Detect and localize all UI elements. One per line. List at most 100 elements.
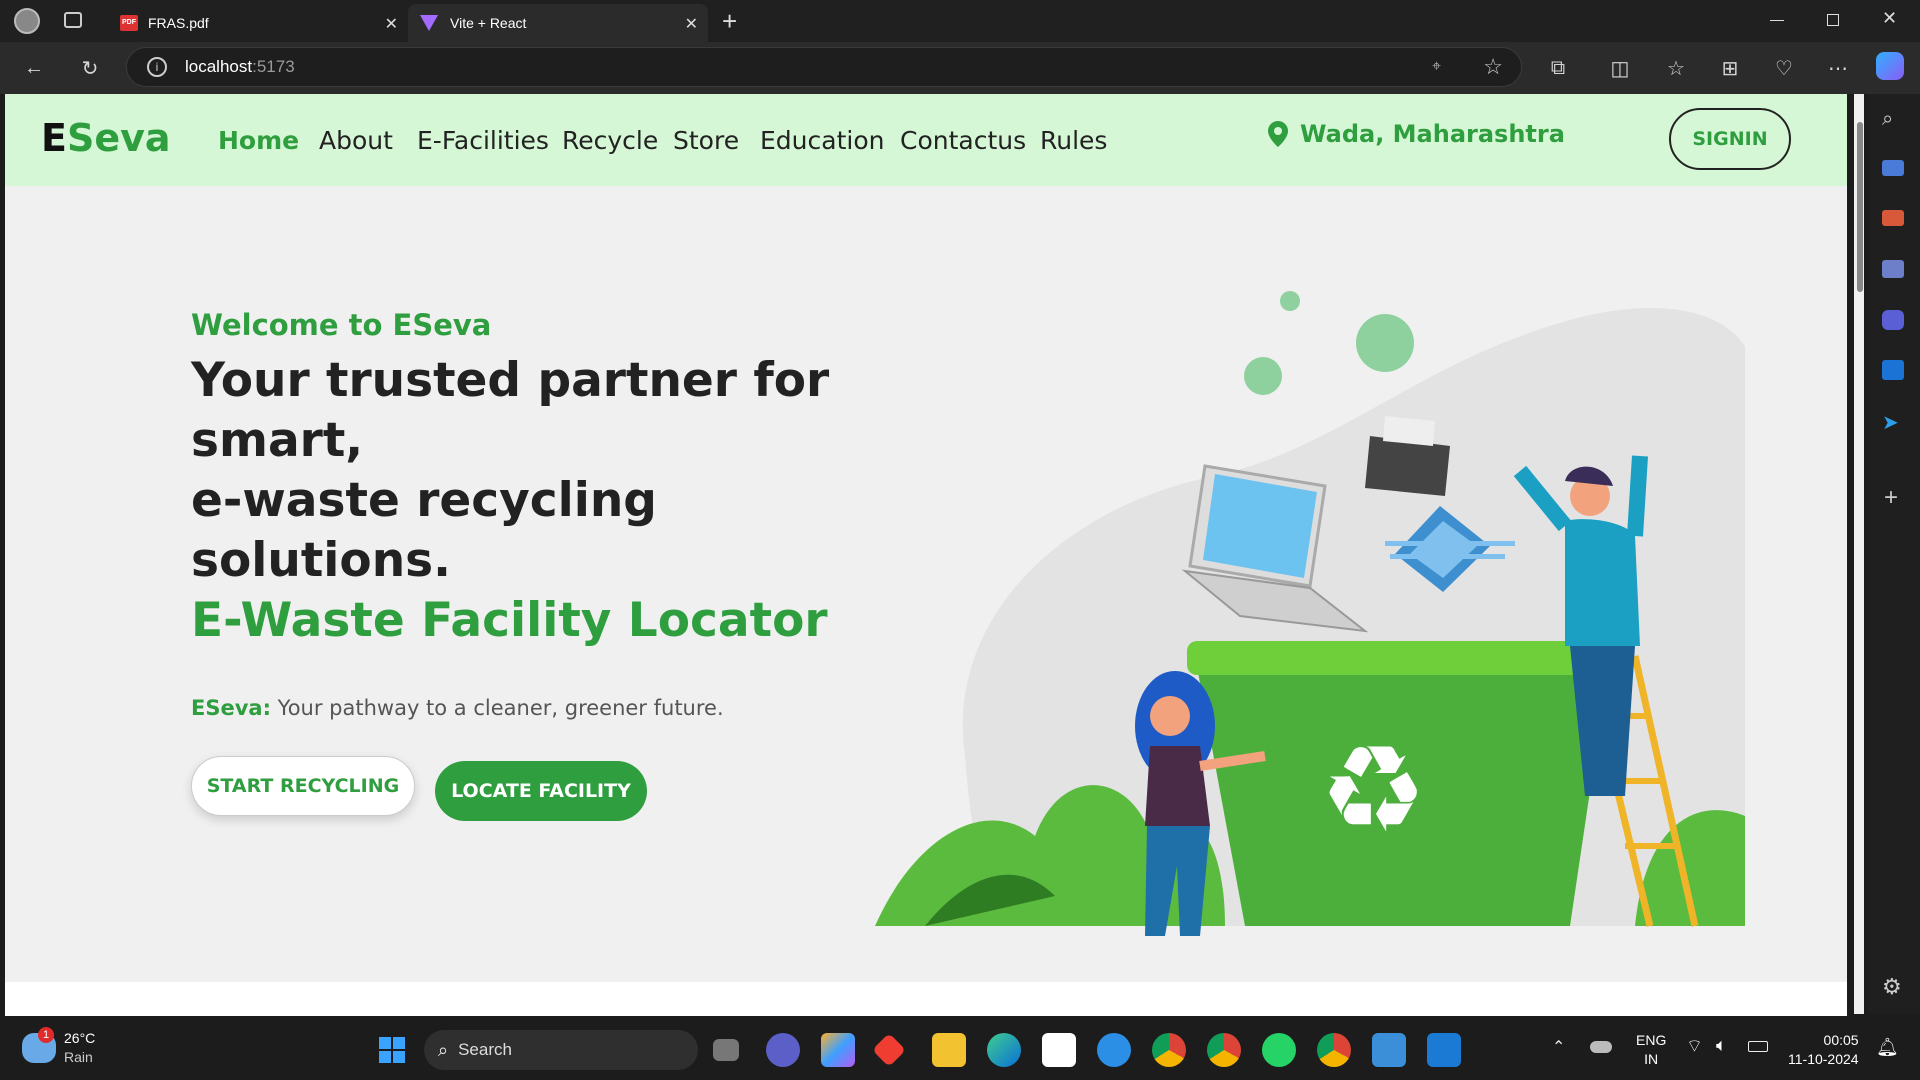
language-indicator[interactable]: ENG IN [1636,1031,1666,1069]
meet-icon[interactable] [766,1033,800,1067]
windows-start-icon[interactable] [375,1033,409,1067]
outlook-icon[interactable] [1882,360,1904,380]
favorite-star-icon[interactable]: ☆ [1483,54,1503,80]
chrome-profile-icon[interactable] [1207,1033,1241,1067]
favorites-icon[interactable]: ☆ [1660,52,1692,84]
nav-contactus[interactable]: Contactus [900,126,1026,155]
location-text: Wada, Maharashtra [1300,120,1565,148]
hero-tagline: ESeva: Your pathway to a cleaner, greene… [191,696,724,720]
volume-icon[interactable]: 🔈︎ [1716,1035,1727,1056]
search-label: Search [458,1040,512,1059]
new-tab-icon[interactable]: + [722,6,737,37]
nav-about[interactable]: About [319,126,393,155]
recycling-illustration: ♻ [875,291,1745,936]
start-recycling-label: START RECYCLING [206,775,400,797]
split-screen-icon[interactable]: ◫ [1604,52,1636,84]
chrome-icon[interactable] [1152,1033,1186,1067]
edge-icon[interactable] [987,1033,1021,1067]
browser-essentials-icon[interactable]: ♡ [1768,52,1800,84]
bubble [1244,357,1282,395]
headline-line-3: e-waste recycling solutions. [191,473,657,588]
show-hidden-icons[interactable]: ⌃ [1552,1037,1565,1057]
headline-green: E-Waste Facility Locator [191,593,828,648]
nav-rules[interactable]: Rules [1040,126,1107,155]
settings-icon[interactable]: ⚙ [1882,974,1902,1000]
tab-vite-react[interactable]: Vite + React ✕ [408,4,708,42]
profile-avatar[interactable] [14,8,40,34]
lang-line-2: IN [1644,1051,1659,1067]
nav-home[interactable]: Home [218,126,299,155]
recycle-bin: ♻ [1187,641,1619,926]
clock-date: 11-10-2024 [1788,1051,1859,1067]
locate-facility-label: LOCATE FACILITY [451,780,631,802]
anydesk-icon[interactable] [872,1033,906,1067]
more-menu-icon[interactable]: ⋯ [1822,52,1854,84]
chrome-help-icon[interactable] [1097,1033,1131,1067]
chrome-profile-2-icon[interactable] [1317,1033,1351,1067]
vscode-icon[interactable] [1427,1033,1461,1067]
tab-actions-icon[interactable] [64,12,82,28]
scrollbar-thumb[interactable] [1857,122,1863,292]
send-icon[interactable]: ➤ [1882,410,1899,435]
nav-store[interactable]: Store [673,126,739,155]
shopping-icon[interactable] [1882,160,1904,176]
games-icon[interactable] [1882,260,1904,278]
weather-widget[interactable]: 1 26°C Rain [22,1027,96,1067]
wifi-icon[interactable]: ⌔ [1686,1035,1703,1058]
battery-icon[interactable] [1748,1041,1768,1052]
browser-toolbar: ← ↻ i localhost:5173 ⌖ ☆ ⧉ ◫ ☆ ⊞ ♡ ⋯ [0,42,1920,94]
close-window-icon[interactable]: ✕ [1882,8,1897,29]
location-pin-icon[interactable]: ⌖ [1432,58,1441,76]
bubble [1280,291,1300,311]
refresh-icon[interactable]: ↻ [74,52,106,84]
clock[interactable]: 00:05 11-10-2024 [1788,1031,1859,1069]
edge-sidebar: ⌕ ➤ + ⚙ [1854,94,1920,1014]
back-icon[interactable]: ← [18,52,50,84]
photos-icon[interactable] [1372,1033,1406,1067]
hero-headline: Your trusted partner for smart, e-waste … [191,351,911,651]
task-view-icon[interactable] [713,1039,739,1061]
file-explorer-icon[interactable] [932,1033,966,1067]
search-icon[interactable]: ⌕ [1882,108,1893,131]
pdf-icon: PDF [120,15,138,31]
weather-temp: 26°C [64,1030,96,1046]
signin-button[interactable]: SIGNIN [1669,108,1791,170]
close-tab-icon[interactable]: ✕ [685,14,698,34]
onedrive-icon[interactable] [1590,1041,1612,1053]
web-page: ESeva Home About E-Facilities Recycle St… [5,94,1847,1016]
tagline-text: Your pathway to a cleaner, greener futur… [270,696,724,720]
hero-section: Welcome to ESeva Your trusted partner fo… [5,186,1847,982]
nav-education[interactable]: Education [760,126,884,155]
collections-icon[interactable]: ⊞ [1714,52,1746,84]
minimize-icon[interactable] [1770,20,1784,21]
headline-line-2: smart, [191,413,364,468]
restore-icon[interactable] [1827,14,1839,26]
store-icon[interactable] [1042,1033,1076,1067]
copilot-icon[interactable] [1876,52,1904,80]
close-tab-icon[interactable]: ✕ [385,14,398,34]
copilot-taskbar-icon[interactable] [821,1033,855,1067]
site-logo[interactable]: ESeva [41,116,171,160]
vite-icon [420,15,438,31]
nav-e-facilities[interactable]: E-Facilities [417,126,549,155]
weather-rain-icon: 1 [22,1027,56,1063]
lang-line-1: ENG [1636,1032,1667,1048]
extensions-icon[interactable]: ⧉ [1542,52,1574,84]
svg-text:♻: ♻ [1319,721,1427,860]
tools-icon[interactable] [1882,210,1904,226]
site-info-icon[interactable]: i [147,57,167,77]
add-sidebar-app-icon[interactable]: + [1884,484,1898,512]
taskbar-search[interactable]: ⌕ Search [424,1030,698,1070]
clock-time: 00:05 [1823,1032,1859,1048]
start-recycling-button[interactable]: START RECYCLING [191,756,415,816]
location-pin-icon [1268,121,1288,147]
location-display: Wada, Maharashtra [1268,120,1565,148]
whatsapp-icon[interactable] [1262,1033,1296,1067]
locate-facility-button[interactable]: LOCATE FACILITY [435,761,647,821]
address-bar[interactable]: i localhost:5173 ⌖ ☆ [126,47,1522,87]
weather-badge: 1 [38,1027,54,1043]
copilot-app-icon[interactable] [1882,310,1904,330]
nav-recycle[interactable]: Recycle [562,126,658,155]
tab-fras-pdf[interactable]: PDF FRAS.pdf ✕ [108,4,408,42]
notification-bell-icon[interactable]: 🔔︎ [1876,1037,1899,1058]
